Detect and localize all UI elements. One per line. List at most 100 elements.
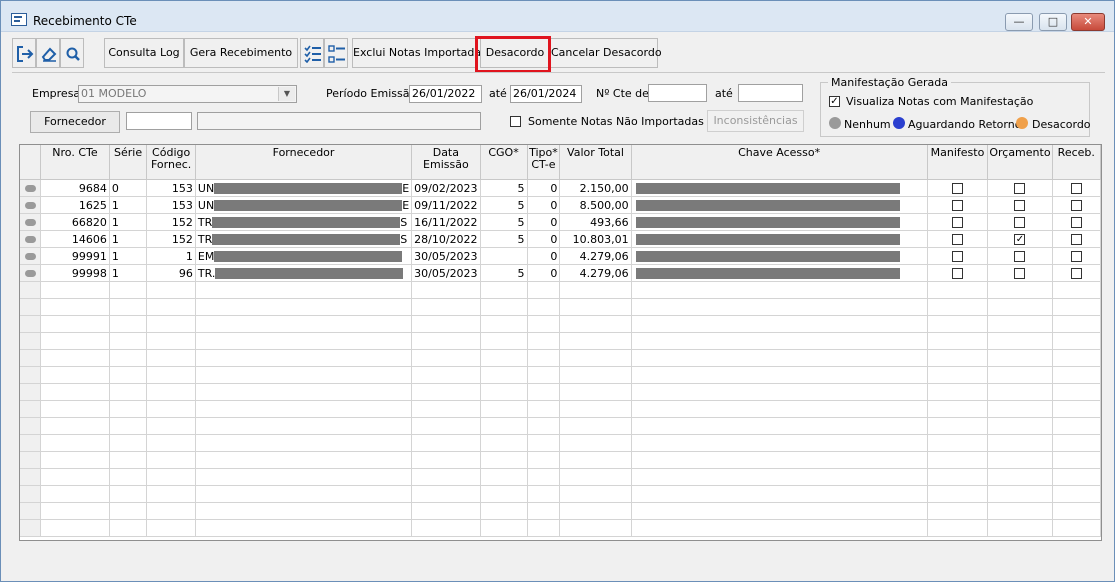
cell-manifesto[interactable] [927,247,989,265]
empty-cell[interactable] [40,383,110,401]
table-row[interactable] [20,434,1101,452]
empty-cell[interactable] [1052,451,1101,469]
cell-manifesto[interactable] [927,196,989,214]
empty-cell[interactable] [559,417,632,435]
column-header-serie[interactable]: Série [109,145,148,180]
cell-cgo[interactable] [480,247,528,265]
empty-cell[interactable] [927,298,989,316]
title-bar[interactable]: Recebimento CTe — □ ✕ [1,1,1114,32]
empty-cell[interactable] [480,332,528,350]
empty-cell[interactable] [1052,332,1101,350]
empty-cell[interactable] [40,451,110,469]
empty-cell[interactable] [559,383,632,401]
empty-cell[interactable] [480,281,528,299]
cell-receb[interactable] [1052,247,1101,265]
empty-cell[interactable] [987,400,1053,418]
empty-cell[interactable] [527,400,561,418]
empty-cell[interactable] [1052,281,1101,299]
empty-cell[interactable] [20,383,42,401]
cell-manifesto[interactable] [927,230,989,248]
close-button[interactable]: ✕ [1071,13,1105,31]
manifesto-checkbox[interactable] [951,200,963,211]
empty-cell[interactable] [40,366,110,384]
empty-cell[interactable] [146,417,196,435]
cte-from-input[interactable] [648,84,707,102]
empty-cell[interactable] [40,332,110,350]
cell-orcamento[interactable]: ✓ [987,230,1053,248]
empty-cell[interactable] [480,366,528,384]
empty-cell[interactable] [480,468,528,486]
empty-cell[interactable] [480,434,528,452]
empty-cell[interactable] [146,281,196,299]
empty-cell[interactable] [1052,519,1101,537]
empty-cell[interactable] [109,485,148,503]
empty-cell[interactable] [109,366,148,384]
table-row[interactable] [20,349,1101,367]
cell-manifesto[interactable] [927,179,989,197]
empty-cell[interactable] [559,366,632,384]
cell-manifesto[interactable] [927,213,989,231]
cell-tipo[interactable]: 0 [527,196,561,214]
cte-grid[interactable]: Nro. CTe Série Código Fornec. Fornecedor… [19,144,1102,541]
empty-cell[interactable] [927,434,989,452]
empty-cell[interactable] [40,434,110,452]
cell-codigo[interactable]: 96 [146,264,196,282]
empty-cell[interactable] [987,366,1053,384]
empty-cell[interactable] [987,434,1053,452]
empty-cell[interactable] [40,417,110,435]
empty-cell[interactable] [20,332,42,350]
column-header-manifesto[interactable]: Manifesto [927,145,989,180]
empty-cell[interactable] [109,281,148,299]
cell-codigo[interactable]: 152 [146,213,196,231]
empty-cell[interactable] [146,519,196,537]
empty-cell[interactable] [527,383,561,401]
manifesto-checkbox[interactable] [951,268,963,279]
cell-fornecedor[interactable]: UN E [195,179,413,197]
table-row[interactable] [20,315,1101,333]
empty-cell[interactable] [927,485,989,503]
cell-receb[interactable] [1052,264,1101,282]
orcamento-checkbox[interactable]: ✓ [1014,234,1026,245]
cell-data[interactable]: 30/05/2023 [411,264,481,282]
manifesto-checkbox[interactable] [951,251,963,262]
periodo-to-input[interactable]: 26/01/2024 [510,85,582,103]
empty-cell[interactable] [480,485,528,503]
row-status-indicator[interactable] [20,264,42,282]
cell-fornecedor[interactable]: TR S [195,230,413,248]
empty-cell[interactable] [927,417,989,435]
empty-cell[interactable] [559,349,632,367]
empty-cell[interactable] [527,485,561,503]
empty-cell[interactable] [559,315,632,333]
empty-cell[interactable] [927,366,989,384]
receb-checkbox[interactable] [1070,268,1082,279]
empty-cell[interactable] [631,332,928,350]
consulta-log-button[interactable]: Consulta Log [104,38,184,68]
empty-cell[interactable] [987,502,1053,520]
cell-chave[interactable] [631,179,928,197]
empty-cell[interactable] [559,298,632,316]
empty-cell[interactable] [631,417,928,435]
empty-cell[interactable] [411,417,481,435]
fornecedor-button[interactable]: Fornecedor [30,111,120,133]
empty-cell[interactable] [109,349,148,367]
empty-cell[interactable] [195,468,413,486]
cell-tipo[interactable]: 0 [527,179,561,197]
cell-valor[interactable]: 4.279,06 [559,247,632,265]
empty-cell[interactable] [527,366,561,384]
empty-cell[interactable] [20,519,42,537]
empty-cell[interactable] [40,349,110,367]
cell-valor[interactable]: 4.279,06 [559,264,632,282]
orcamento-checkbox[interactable] [1014,183,1026,194]
empty-cell[interactable] [20,485,42,503]
empty-cell[interactable] [411,485,481,503]
cell-orcamento[interactable] [987,213,1053,231]
empty-cell[interactable] [559,281,632,299]
periodo-from-input[interactable]: 26/01/2022 [409,85,482,103]
empty-cell[interactable] [1052,400,1101,418]
empty-cell[interactable] [20,451,42,469]
orcamento-checkbox[interactable] [1014,217,1026,228]
cell-nro[interactable]: 9684 [40,179,110,197]
table-row[interactable] [20,400,1101,418]
empty-cell[interactable] [480,519,528,537]
cell-serie[interactable]: 1 [109,196,148,214]
